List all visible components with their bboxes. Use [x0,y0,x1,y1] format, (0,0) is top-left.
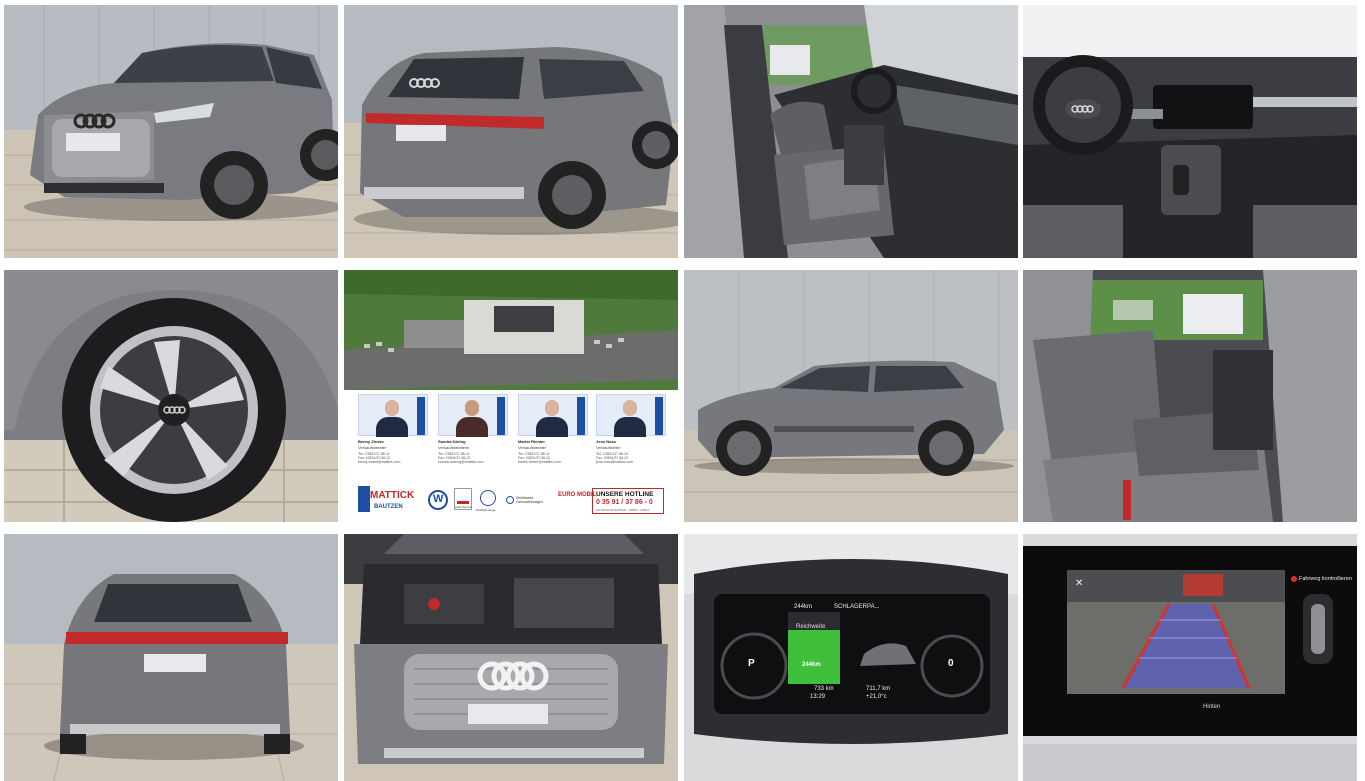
certified-icon [506,496,514,504]
photo-dashboard-cockpit[interactable] [1023,5,1357,258]
dashboard-image [1023,5,1357,258]
photo-virtual-cockpit-display[interactable]: 244km SCHLAGERPA... Reichweite 244km P 0… [684,534,1018,781]
photo-front-seats-interior[interactable] [684,5,1018,258]
certified-label: Zertifizierte Gebrauchtwagen [516,496,543,504]
photo-gallery-grid: Benny Zieske Verkaufsberater Tel.: 03591… [0,0,1365,781]
right-gauge-value: 0 [948,658,954,669]
mattick-logo: MATTICK BAUTZEN [358,484,420,514]
rear-seats-image [1023,270,1357,522]
staff-name: Sandra Döring [438,439,466,444]
camera-close-icon[interactable]: ✕ [1075,578,1083,589]
staff-contact: Tel.: 03591/37 86-10 Fax: 03591/37 86-22… [596,452,634,464]
staff-photo [518,394,588,437]
engine-bay-image [344,534,678,781]
hotline-box: UNSERE HOTLINE 0 35 91 / 37 86 - 0 AUTOH… [592,488,664,514]
staff-photo [438,394,508,437]
station-header: SCHLAGERPA... [834,604,880,610]
staff-name: Martin Richter [518,439,545,444]
staff-contact: Tel.: 03591/37 86-11 Fax: 03591/37 86-22… [358,452,401,464]
staff-card: Sandra Döring Verkaufsberaterin Tel.: 03… [438,394,508,464]
staff-role: Verkaufsberater [518,445,547,450]
warning-label: Fahrweg kontrollieren [1299,576,1352,582]
front-car-image [4,5,338,258]
photo-engine-bay[interactable] [344,534,678,781]
staff-card: Martin Richter Verkaufsberater Tel.: 035… [518,394,588,464]
front-seats-image [684,5,1018,258]
staff-card: Jens Noss Verkaufsleiter Tel.: 03591/37 … [596,394,666,464]
rear-camera-label[interactable]: Hinten [1203,704,1220,710]
outside-temp: +21,0°c [866,694,887,700]
cockpit-frame-image [684,534,1018,781]
warning-icon [1291,576,1297,582]
trip-distance: 711,7 km [866,686,891,692]
staff-card: Benny Zieske Verkaufsberater Tel.: 03591… [358,394,428,464]
range-header: 244km [794,604,813,610]
staff-name: Benny Zieske [358,439,384,444]
rear-car-image [344,5,678,258]
photo-wheel-rim[interactable] [4,270,338,522]
staff-contact: Tel.: 03591/37 86-11 Fax: 03591/37 86-22… [518,452,561,464]
staff-role: Verkaufsberaterin [438,445,470,450]
range-tab: Reichweite [796,624,826,630]
odometer: 733 km [814,686,834,692]
photo-rear-seats-interior[interactable] [1023,270,1357,522]
clock: 13:29 [810,694,826,700]
photo-rear-camera-display[interactable]: ✕ Fahrweg kontrollieren Hinten [1023,534,1357,781]
staff-photo [596,394,666,437]
staff-role: Verkaufsleiter [596,445,621,450]
wheel-image [4,270,338,522]
vw-nutzfahrzeuge-label: Nutzfahrzeuge [476,508,496,512]
vw-nutzfahrzeuge-icon [480,490,496,506]
photo-rear-three-quarter[interactable] [344,5,678,258]
gear-indicator: P [748,658,755,669]
staff-name: Jens Noss [596,439,617,444]
audi-service-badge: Audi Service [454,488,472,510]
hotline-sub: AUTOHAUS MATTICK · 03591 / 3786-0 [596,508,650,512]
vw-logo-icon: W [428,490,448,510]
staff-photo [358,394,428,437]
photo-dealership-info-card[interactable]: Benny Zieske Verkaufsberater Tel.: 03591… [344,270,678,522]
photo-side-profile[interactable] [684,270,1018,522]
photo-front-three-quarter[interactable] [4,5,338,258]
battery-range: 244km [802,662,821,668]
camera-screen-image [1023,534,1357,781]
photo-rear-view[interactable] [4,534,338,781]
staff-contact: Tel.: 03591/37 86-11 Fax: 03591/37 86-22… [438,452,484,464]
hotline-title: UNSERE HOTLINE [596,491,654,498]
hotline-number[interactable]: 0 35 91 / 37 86 - 0 [596,499,653,506]
staff-role: Verkaufsberater [358,445,387,450]
side-profile-image [684,270,1018,522]
euro-mobil-logo: EURO MOBIL [558,492,597,498]
rear-view-image [4,534,338,781]
